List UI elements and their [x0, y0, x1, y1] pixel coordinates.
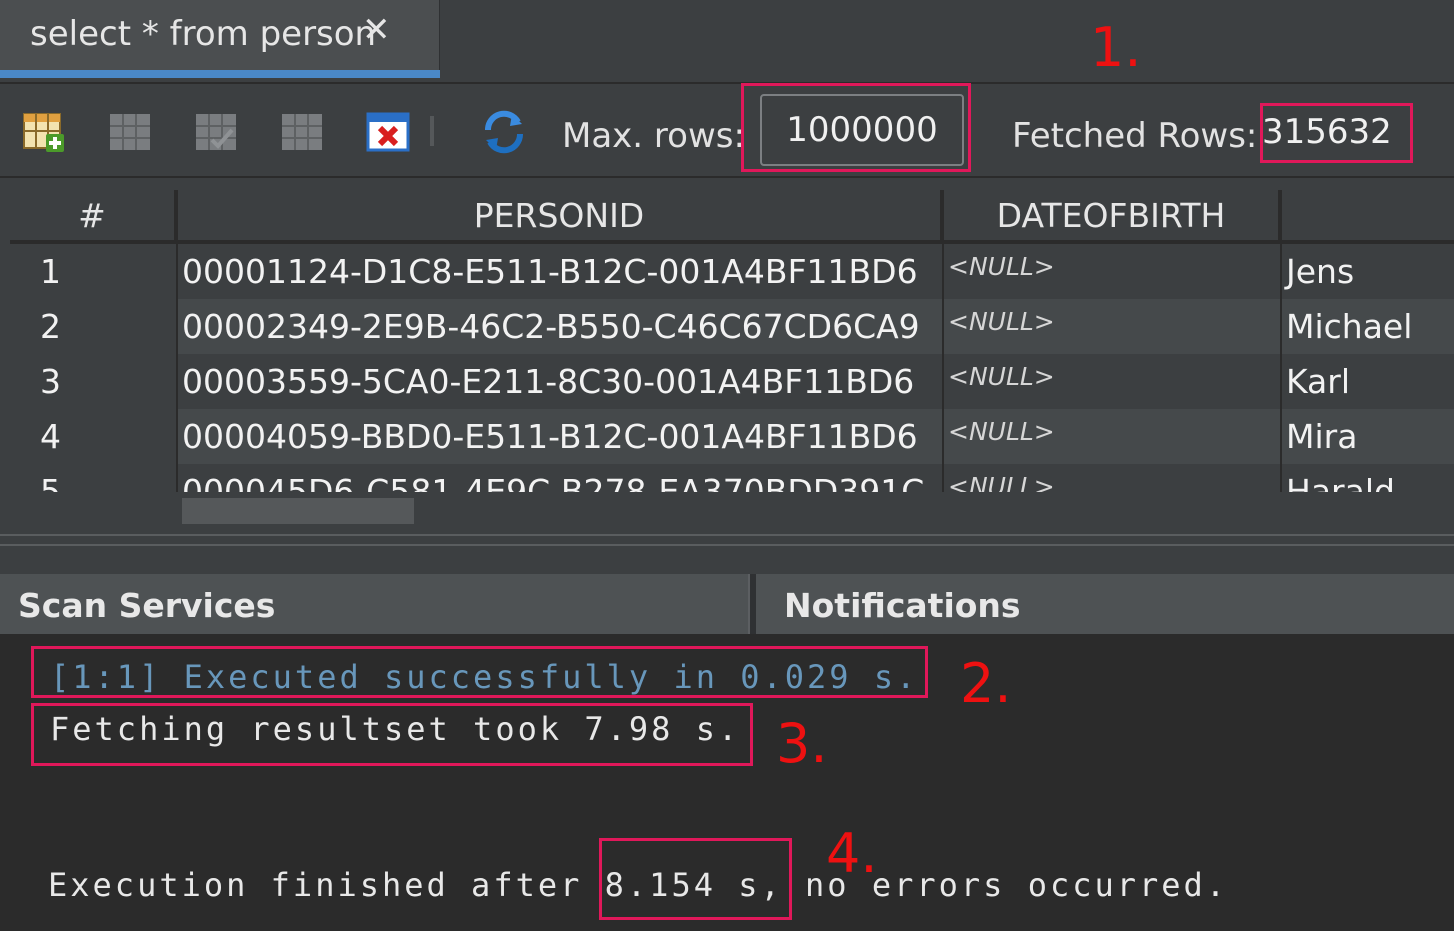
table-row[interactable]: 4 00004059-BBD0-E511-B12C-001A4BF11BD6 <… [10, 409, 1454, 464]
personid-cell[interactable]: 00001124-D1C8-E511-B12C-001A4BF11BD6 [178, 244, 944, 299]
column-header-rownum[interactable]: # [10, 190, 176, 242]
annotation-number-3: 3. [776, 712, 828, 775]
row-number: 4 [10, 409, 178, 464]
dateofbirth-cell[interactable]: <NULL> [944, 299, 1282, 354]
panel-splitter[interactable] [0, 534, 1454, 546]
bottom-panel-tabs: Scan Services Notifications [0, 574, 1454, 634]
delete-row-icon[interactable] [108, 110, 152, 154]
editor-tab-bar: select * from person ✕ [0, 0, 1454, 84]
personid-cell[interactable]: 00004059-BBD0-E511-B12C-001A4BF11BD6 [178, 409, 944, 464]
fetched-rows-label: Fetched Rows: [1012, 116, 1258, 156]
result-toolbar: Max. rows: Fetched Rows: 315632 [0, 86, 1454, 178]
personid-cell[interactable]: 000045D6-C581-4E9C-B278-EA370BDD391C [178, 464, 944, 492]
name-cell[interactable]: Jens [1282, 244, 1454, 299]
name-cell[interactable]: Mira [1282, 409, 1454, 464]
cancel-icon[interactable] [366, 110, 410, 154]
row-number: 5 [10, 464, 178, 492]
query-tab[interactable]: select * from person ✕ [0, 0, 440, 78]
row-number: 1 [10, 244, 178, 299]
toolbar-separator [430, 116, 434, 146]
scrollbar-thumb[interactable] [182, 498, 414, 524]
dateofbirth-cell[interactable]: <NULL> [944, 464, 1282, 492]
personid-cell[interactable]: 00003559-5CA0-E211-8C30-001A4BF11BD6 [178, 354, 944, 409]
name-cell[interactable]: Harald [1282, 464, 1454, 492]
panel-gap [0, 546, 1454, 574]
annotation-box-4 [599, 838, 792, 920]
close-icon[interactable]: ✕ [362, 10, 391, 50]
active-tab-indicator [0, 70, 440, 78]
name-cell[interactable]: Michael [1282, 299, 1454, 354]
table-row[interactable]: 2 00002349-2E9B-46C2-B550-C46C67CD6CA9 <… [10, 299, 1454, 354]
table-row[interactable]: 5 000045D6-C581-4E9C-B278-EA370BDD391C <… [10, 464, 1454, 492]
tab-scan-services[interactable]: Scan Services [18, 574, 275, 634]
horizontal-scrollbar[interactable] [0, 492, 1454, 530]
annotation-box-1 [741, 83, 971, 172]
result-grid: # PERSONID DATEOFBIRTH 1 00001124-D1C8-E… [10, 190, 1454, 492]
table-row[interactable]: 3 00003559-5CA0-E211-8C30-001A4BF11BD6 <… [10, 354, 1454, 409]
annotation-number-4: 4. [826, 822, 878, 885]
annotation-box-2 [31, 646, 928, 698]
dateofbirth-cell[interactable]: <NULL> [944, 409, 1282, 464]
table-row[interactable]: 1 00001124-D1C8-E511-B12C-001A4BF11BD6 <… [10, 244, 1454, 299]
row-number: 3 [10, 354, 178, 409]
query-tab-label[interactable]: select * from person [30, 14, 376, 54]
grid-icon[interactable] [280, 110, 324, 154]
commit-icon[interactable] [194, 110, 238, 154]
row-number: 2 [10, 299, 178, 354]
personid-cell[interactable]: 00002349-2E9B-46C2-B550-C46C67CD6CA9 [178, 299, 944, 354]
dateofbirth-cell[interactable]: <NULL> [944, 244, 1282, 299]
refresh-icon[interactable] [480, 108, 524, 154]
annotation-number-2: 2. [960, 652, 1012, 715]
tab-divider [748, 574, 756, 634]
add-row-icon[interactable] [22, 110, 66, 154]
finished-prefix: Execution finished after [48, 866, 605, 904]
column-header-personid[interactable]: PERSONID [178, 190, 942, 242]
column-header-name[interactable] [1282, 190, 1454, 242]
max-rows-label: Max. rows: [562, 116, 745, 156]
annotation-box-3 [31, 703, 753, 766]
annotation-box-fetched [1260, 103, 1413, 163]
tab-notifications[interactable]: Notifications [784, 574, 1021, 634]
annotation-number-1: 1. [1090, 16, 1142, 79]
column-header-dateofbirth[interactable]: DATEOFBIRTH [944, 190, 1280, 242]
name-cell[interactable]: Karl [1282, 354, 1454, 409]
dateofbirth-cell[interactable]: <NULL> [944, 354, 1282, 409]
